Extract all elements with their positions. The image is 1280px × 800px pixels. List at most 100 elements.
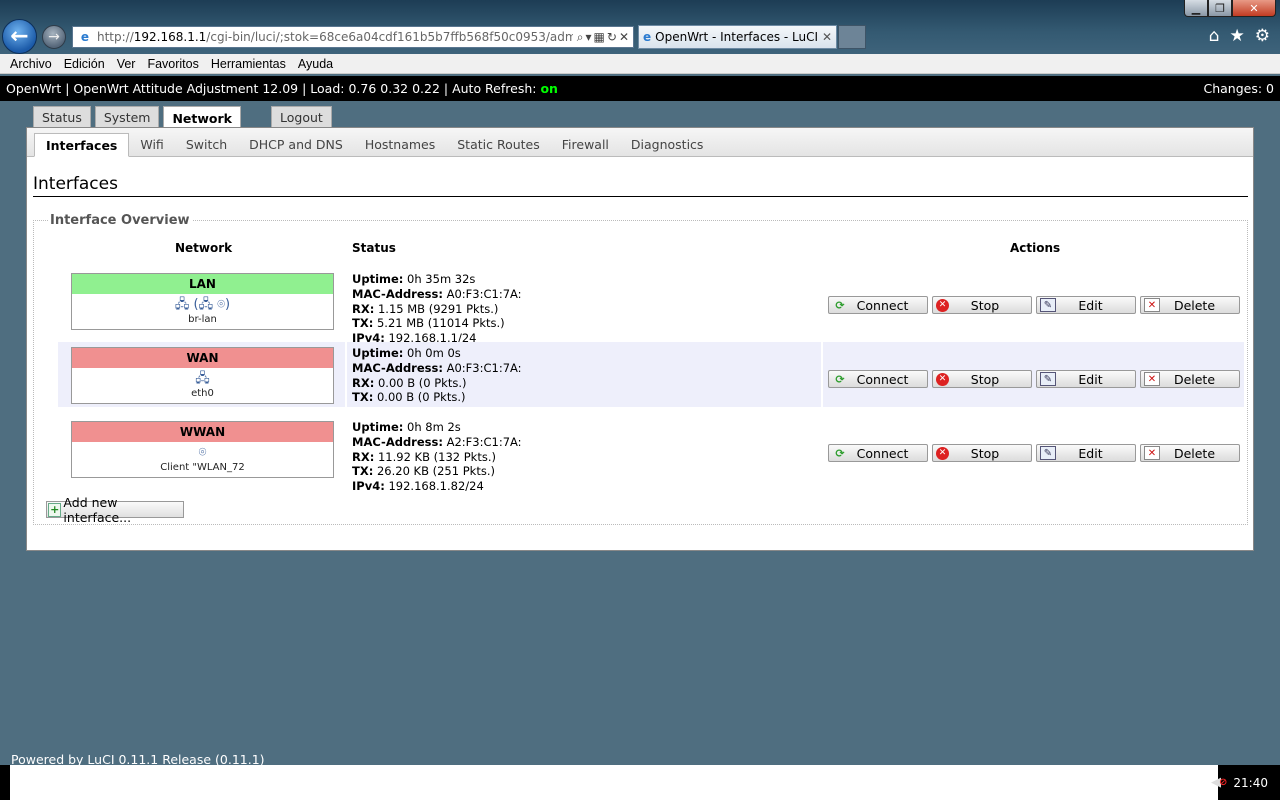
connect-button[interactable]: ⟳ Connect [828, 444, 928, 462]
reconnect-icon: ⟳ [835, 446, 845, 460]
sub-tabs: Interfaces Wifi Switch DHCP and DNS Host… [27, 128, 1253, 157]
menu-edicion[interactable]: Edición [58, 57, 111, 71]
system-info: OpenWrt | OpenWrt Attitude Adjustment 12… [6, 81, 558, 96]
window-controls: ▁ ❐ ✕ [1184, 0, 1276, 17]
network-name: WAN [72, 348, 333, 368]
address-host: 192.168.1.1 [133, 30, 207, 44]
subtab-static-routes[interactable]: Static Routes [446, 132, 551, 156]
stop-button[interactable]: ✕ Stop [932, 370, 1032, 388]
menu-ver[interactable]: Ver [111, 57, 142, 71]
clock[interactable]: 21:40 [1233, 776, 1268, 790]
stop-button[interactable]: ✕ Stop [932, 296, 1032, 314]
changes-counter[interactable]: Changes: 0 [1203, 81, 1274, 96]
tab-ie-icon: e [643, 30, 652, 44]
search-icon[interactable]: ⌕ [577, 30, 584, 45]
add-interface-button[interactable]: + Add new interface... [46, 495, 184, 525]
new-tab-button[interactable] [838, 25, 866, 49]
reconnect-icon: ⟳ [835, 372, 845, 386]
connect-button[interactable]: ⟳ Connect [828, 296, 928, 314]
tab-network[interactable]: Network [163, 106, 241, 129]
network-name: LAN [72, 274, 333, 294]
close-window-button[interactable]: ✕ [1232, 0, 1276, 17]
network-device: eth0 [191, 388, 214, 399]
subtab-diagnostics[interactable]: Diagnostics [620, 132, 715, 156]
maximize-button[interactable]: ❐ [1208, 0, 1232, 17]
delete-icon: ✕ [1144, 372, 1160, 386]
stop-icon: ✕ [936, 372, 949, 386]
menu-ayuda[interactable]: Ayuda [292, 57, 339, 71]
content-panel: Interfaces Wifi Switch DHCP and DNS Host… [26, 127, 1254, 551]
edit-button[interactable]: ✎ Edit [1036, 370, 1136, 388]
minimize-button[interactable]: ▁ [1184, 0, 1208, 17]
star-icon[interactable]: ★ [1230, 26, 1245, 46]
connect-button[interactable]: ⟳ Connect [828, 370, 928, 388]
network-device: Client "WLAN_72 [160, 462, 245, 473]
page-title: Interfaces [33, 174, 1248, 197]
edit-button[interactable]: ✎ Edit [1036, 444, 1136, 462]
browser-tab[interactable]: e OpenWrt - Interfaces - LuCI ✕ [638, 25, 837, 49]
tab-title: OpenWrt - Interfaces - LuCI [655, 30, 819, 44]
tab-system[interactable]: System [94, 106, 160, 128]
network-device-icons: ⌾ [198, 445, 207, 460]
interface-status: Uptime: 0h 8m 2s MAC-Address: A2:F3:C1:7… [352, 420, 522, 494]
address-tools: ⌕ ▾ ▦ ↻ ✕ [573, 30, 633, 45]
back-button[interactable]: ← [2, 19, 37, 54]
network-device-icons: 🖧 (🖧 ⌾) [174, 297, 231, 312]
subtab-interfaces[interactable]: Interfaces [34, 133, 130, 157]
stop-button[interactable]: ✕ Stop [932, 444, 1032, 462]
edit-button[interactable]: ✎ Edit [1036, 296, 1136, 314]
menu-bar: Archivo Edición Ver Favoritos Herramient… [0, 54, 1280, 74]
add-icon: + [48, 502, 62, 517]
menu-favoritos[interactable]: Favoritos [141, 57, 204, 71]
column-header-actions: Actions [1010, 241, 1061, 255]
gear-icon[interactable]: ⚙ [1255, 26, 1270, 46]
back-arrow-icon: ← [10, 24, 29, 49]
refresh-icon[interactable]: ↻ [607, 30, 617, 45]
edit-icon: ✎ [1040, 372, 1056, 386]
overview-legend: Interface Overview [50, 213, 190, 228]
subtab-firewall[interactable]: Firewall [551, 132, 620, 156]
interface-status: Uptime: 0h 35m 32s MAC-Address: A0:F3:C1… [352, 272, 522, 346]
subtab-dhcp-dns[interactable]: DHCP and DNS [238, 132, 354, 156]
stop-icon: ✕ [936, 446, 949, 460]
interface-row-lan: LAN 🖧 (🖧 ⌾) br-lan Uptime: 0h 35m 32s MA… [58, 268, 1244, 345]
forward-button[interactable]: → [42, 25, 66, 49]
taskbar-blank-area [10, 765, 1218, 800]
tab-close-icon[interactable]: ✕ [822, 30, 832, 44]
compatibility-icon[interactable]: ▦ [594, 30, 605, 45]
auto-refresh-toggle[interactable]: on [540, 81, 558, 96]
home-icon[interactable]: ⌂ [1209, 26, 1220, 46]
subtab-hostnames[interactable]: Hostnames [354, 132, 446, 156]
main-tabs: Status System Network Logout [33, 106, 336, 129]
network-badge-wan[interactable]: WAN 🖧 eth0 [71, 347, 334, 404]
network-badge-wwan[interactable]: WWAN ⌾ Client "WLAN_72 [71, 421, 334, 478]
browser-chrome: ▁ ❐ ✕ ← → e http://192.168.1.1/cgi-bin/l… [0, 0, 1280, 54]
menu-herramientas[interactable]: Herramientas [205, 57, 292, 71]
interface-row-wan: WAN 🖧 eth0 Uptime: 0h 0m 0s MAC-Address:… [58, 342, 1244, 407]
delete-button[interactable]: ✕ Delete [1140, 444, 1240, 462]
network-device: br-lan [188, 314, 217, 325]
tab-status[interactable]: Status [33, 106, 91, 128]
ie-page-icon: e [80, 30, 90, 44]
stop-icon: ✕ [936, 298, 949, 312]
network-badge-lan[interactable]: LAN 🖧 (🖧 ⌾) br-lan [71, 273, 334, 330]
address-url[interactable]: http://192.168.1.1/cgi-bin/luci/;stok=68… [97, 30, 573, 44]
delete-button[interactable]: ✕ Delete [1140, 296, 1240, 314]
address-bar[interactable]: e http://192.168.1.1/cgi-bin/luci/;stok=… [72, 26, 634, 48]
subtab-wifi[interactable]: Wifi [129, 132, 174, 156]
tab-logout[interactable]: Logout [271, 106, 332, 128]
network-device-icons: 🖧 [195, 371, 210, 386]
system-tray: ◀ ⊘ 21:40 [1211, 765, 1280, 800]
menu-archivo[interactable]: Archivo [4, 57, 58, 71]
dropdown-icon[interactable]: ▾ [586, 30, 592, 45]
edit-icon: ✎ [1040, 446, 1056, 460]
delete-icon: ✕ [1144, 446, 1160, 460]
stop-load-icon[interactable]: ✕ [619, 30, 629, 45]
taskbar: ◀ ⊘ 21:40 [0, 765, 1280, 800]
subtab-switch[interactable]: Switch [175, 132, 238, 156]
mute-icon: ⊘ [1219, 777, 1228, 788]
browser-toolbar-icons: ⌂ ★ ⚙ [1209, 26, 1270, 46]
edit-icon: ✎ [1040, 298, 1056, 312]
column-divider [821, 342, 823, 407]
delete-button[interactable]: ✕ Delete [1140, 370, 1240, 388]
